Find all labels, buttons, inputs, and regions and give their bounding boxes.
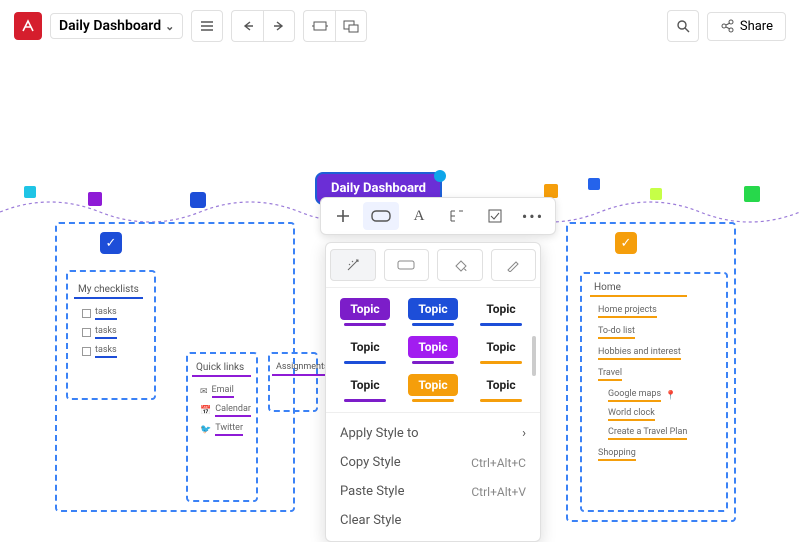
scrollbar[interactable]: [532, 336, 536, 376]
style-swatch[interactable]: Topic: [336, 336, 394, 364]
zoom-selection-button[interactable]: [335, 10, 367, 42]
redo-button[interactable]: [263, 10, 295, 42]
menu-clear-style[interactable]: Clear Style: [326, 506, 540, 535]
share-label: Share: [740, 19, 773, 34]
node-marker[interactable]: [24, 186, 36, 198]
shape-button[interactable]: [363, 202, 399, 230]
expand-dot-icon[interactable]: [434, 170, 446, 182]
checkbox-button[interactable]: [477, 202, 513, 230]
search-button[interactable]: [667, 10, 699, 42]
chevron-down-icon: ⌄: [165, 20, 174, 33]
node-marker[interactable]: [650, 188, 662, 200]
menu-paste-style[interactable]: Paste StyleCtrl+Alt+V: [326, 477, 540, 506]
more-button[interactable]: •••: [515, 202, 551, 230]
list-item[interactable]: Google maps📍: [608, 389, 687, 402]
list-item[interactable]: 📅Calendar: [200, 404, 251, 417]
group-title: Home: [590, 280, 687, 297]
group-title: Quick links: [192, 360, 251, 377]
style-swatch[interactable]: Topic: [404, 374, 462, 402]
chevron-right-icon: ›: [522, 426, 526, 441]
list-item[interactable]: tasks: [82, 307, 143, 320]
node-marker[interactable]: [744, 186, 760, 202]
list-item[interactable]: Home projects: [598, 305, 687, 318]
share-button[interactable]: Share: [707, 12, 786, 41]
undo-button[interactable]: [231, 10, 263, 42]
rectangle-icon: [397, 260, 415, 270]
list-item[interactable]: tasks: [82, 326, 143, 339]
list-item[interactable]: Create a Travel Plan: [608, 427, 687, 440]
list-item[interactable]: Hobbies and interest: [598, 347, 687, 360]
pencil-icon: [506, 258, 520, 272]
group-title: Assignments: [272, 360, 333, 376]
list-item[interactable]: Travel: [598, 368, 687, 381]
menu-apply-style[interactable]: Apply Style to›: [326, 419, 540, 448]
group-quick-links: Quick links ✉Email 📅Calendar 🐦Twitter: [192, 360, 251, 436]
wand-icon: [346, 258, 360, 272]
app-logo[interactable]: [14, 12, 42, 40]
group-my-checklists: My checklists tasks tasks tasks: [74, 282, 143, 358]
fit-screen-button[interactable]: [303, 10, 335, 42]
list-item[interactable]: To-do list: [598, 326, 687, 339]
pin-icon: 📍: [665, 391, 676, 401]
bucket-icon: [453, 258, 467, 272]
style-swatch[interactable]: Topic: [336, 298, 394, 326]
node-marker[interactable]: [588, 178, 600, 190]
tab-shape[interactable]: [384, 249, 430, 281]
layout-button[interactable]: [439, 202, 475, 230]
list-item[interactable]: Shopping: [598, 448, 687, 461]
node-marker[interactable]: [190, 192, 206, 208]
tab-line[interactable]: [491, 249, 537, 281]
mindmap-canvas[interactable]: ✓ ✓ My checklists tasks tasks tasks Quic…: [0, 52, 800, 512]
menu-copy-style[interactable]: Copy StyleCtrl+Alt+C: [326, 448, 540, 477]
style-swatch[interactable]: Topic: [472, 298, 530, 326]
list-item[interactable]: 🐦Twitter: [200, 423, 251, 436]
list-item[interactable]: tasks: [82, 345, 143, 358]
style-swatch[interactable]: Topic: [472, 374, 530, 402]
node-marker[interactable]: [544, 184, 558, 198]
tab-fill[interactable]: [437, 249, 483, 281]
document-title: Daily Dashboard: [59, 18, 161, 34]
text-style-button[interactable]: A: [401, 202, 437, 230]
floating-toolbar: A •••: [320, 197, 556, 235]
document-title-dropdown[interactable]: Daily Dashboard ⌄: [50, 13, 183, 39]
style-swatch[interactable]: Topic: [472, 336, 530, 364]
style-swatch[interactable]: Topic: [336, 374, 394, 402]
list-item[interactable]: ✉Email: [200, 385, 251, 398]
node-marker[interactable]: [88, 192, 102, 206]
group-assignments: Assignments: [272, 360, 333, 376]
add-topic-button[interactable]: [325, 202, 361, 230]
share-icon: [720, 19, 734, 33]
tab-magic-style[interactable]: [330, 249, 376, 281]
group-title: My checklists: [74, 282, 143, 299]
top-toolbar: Daily Dashboard ⌄ Share: [0, 0, 800, 52]
list-item[interactable]: World clock: [608, 408, 687, 421]
group-home: Home Home projects To-do list Hobbies an…: [590, 280, 687, 461]
menu-button[interactable]: [191, 10, 223, 42]
style-panel: Topic Topic Topic Topic Topic Topic Topi…: [325, 242, 541, 542]
style-swatch[interactable]: Topic: [404, 298, 462, 326]
style-swatch[interactable]: Topic: [404, 336, 462, 364]
